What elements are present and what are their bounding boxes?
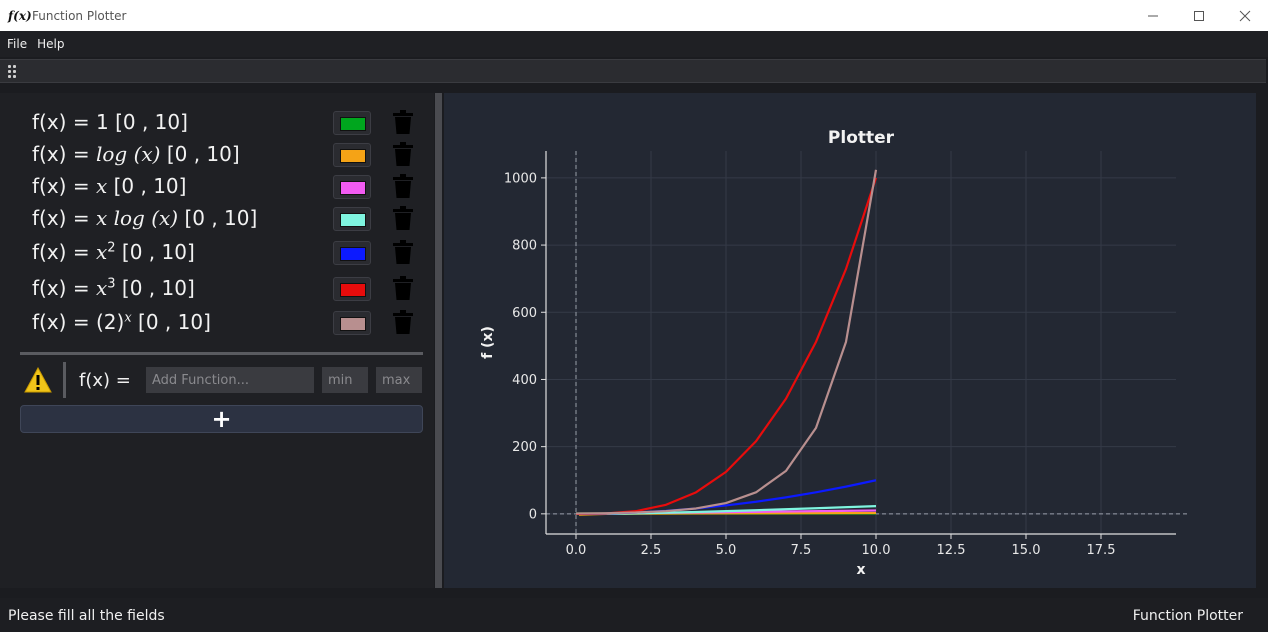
trash-icon[interactable] bbox=[392, 206, 414, 230]
min-input[interactable] bbox=[322, 367, 368, 393]
color-swatch bbox=[340, 283, 366, 297]
x-tick-label: 10.0 bbox=[862, 543, 891, 558]
y-tick-label: 200 bbox=[512, 440, 537, 455]
close-button[interactable] bbox=[1222, 0, 1268, 31]
trash-icon[interactable] bbox=[392, 110, 414, 134]
maximize-icon bbox=[1194, 10, 1204, 21]
function-row: f(x) = x log (x) [0 , 10] bbox=[32, 206, 432, 234]
color-swatch bbox=[340, 149, 366, 163]
menu-bar: File Help bbox=[0, 31, 1268, 57]
status-app-name: Function Plotter bbox=[1132, 608, 1243, 624]
trash-icon[interactable] bbox=[392, 276, 414, 300]
color-swatch bbox=[340, 213, 366, 227]
color-picker-button[interactable] bbox=[333, 277, 371, 301]
color-picker-button[interactable] bbox=[333, 175, 371, 199]
y-tick-label: 0 bbox=[529, 507, 537, 522]
x-tick-label: 2.5 bbox=[641, 543, 662, 558]
color-swatch bbox=[340, 247, 366, 261]
color-swatch bbox=[340, 117, 366, 131]
function-row: f(x) = (2)x [0 , 10] bbox=[32, 310, 432, 338]
function-prefix-label: f(x) = bbox=[79, 370, 131, 391]
x-tick-label: 7.5 bbox=[791, 543, 812, 558]
chart-title: Plotter bbox=[828, 128, 895, 148]
function-label: f(x) = log (x) [0 , 10] bbox=[32, 142, 240, 166]
app-icon: f(x) bbox=[8, 8, 32, 23]
x-tick-label: 5.0 bbox=[716, 543, 737, 558]
function-row: f(x) = log (x) [0 , 10] bbox=[32, 142, 432, 170]
color-picker-button[interactable] bbox=[333, 241, 371, 265]
x-tick-label: 15.0 bbox=[1012, 543, 1041, 558]
y-tick-label: 400 bbox=[512, 373, 537, 388]
input-divider bbox=[63, 362, 66, 398]
color-swatch bbox=[340, 317, 366, 331]
function-label: f(x) = x3 [0 , 10] bbox=[32, 276, 195, 300]
drag-handle-icon[interactable] bbox=[8, 65, 18, 78]
minimize-button[interactable] bbox=[1130, 0, 1176, 31]
x-tick-label: 17.5 bbox=[1087, 543, 1116, 558]
minimize-icon bbox=[1148, 15, 1158, 16]
max-input[interactable] bbox=[376, 367, 422, 393]
y-tick-label: 800 bbox=[512, 239, 537, 254]
function-input[interactable] bbox=[146, 367, 314, 393]
function-row: f(x) = x3 [0 , 10] bbox=[32, 276, 432, 304]
function-label: f(x) = x log (x) [0 , 10] bbox=[32, 206, 258, 230]
function-label: f(x) = 1 [0 , 10] bbox=[32, 110, 188, 134]
color-picker-button[interactable] bbox=[333, 311, 371, 335]
color-picker-button[interactable] bbox=[333, 143, 371, 167]
status-bar: Please fill all the fields Function Plot… bbox=[0, 598, 1268, 632]
window-title: Function Plotter bbox=[32, 8, 127, 23]
status-message: Please fill all the fields bbox=[8, 608, 165, 624]
add-function-button[interactable]: + bbox=[20, 405, 423, 433]
trash-icon[interactable] bbox=[392, 240, 414, 264]
plot-panel: 0.0 2.5 5.0 7.5 10.0 12.5 15.0 17.5 0 200 400 600 80… bbox=[444, 93, 1256, 588]
y-tick-label: 1000 bbox=[504, 171, 537, 186]
close-icon bbox=[1239, 10, 1251, 21]
color-picker-button[interactable] bbox=[333, 207, 371, 231]
section-divider bbox=[20, 352, 423, 355]
color-picker-button[interactable] bbox=[333, 111, 371, 135]
function-row: f(x) = x [0 , 10] bbox=[32, 174, 432, 202]
trash-icon[interactable] bbox=[392, 174, 414, 198]
y-tick-label: 600 bbox=[512, 306, 537, 321]
warning-icon bbox=[24, 367, 52, 393]
menu-file[interactable]: File bbox=[3, 37, 30, 51]
color-swatch bbox=[340, 181, 366, 195]
function-row: f(x) = 1 [0 , 10] bbox=[32, 110, 432, 138]
function-label: f(x) = x2 [0 , 10] bbox=[32, 240, 195, 264]
function-row: f(x) = x2 [0 , 10] bbox=[32, 240, 432, 268]
trash-icon[interactable] bbox=[392, 310, 414, 334]
x-tick-label: 12.5 bbox=[937, 543, 966, 558]
x-tick-label: 0.0 bbox=[566, 543, 587, 558]
menu-help[interactable]: Help bbox=[33, 37, 67, 51]
title-bar: f(x) Function Plotter bbox=[0, 0, 1268, 31]
panel-splitter[interactable] bbox=[435, 93, 442, 588]
toolbar bbox=[0, 59, 1266, 83]
maximize-button[interactable] bbox=[1176, 0, 1222, 31]
function-label: f(x) = (2)x [0 , 10] bbox=[32, 310, 211, 334]
function-label: f(x) = x [0 , 10] bbox=[32, 174, 187, 198]
x-axis-label: x bbox=[856, 562, 865, 578]
trash-icon[interactable] bbox=[392, 142, 414, 166]
plot-chart: 0.0 2.5 5.0 7.5 10.0 12.5 15.0 17.5 0 200 400 600 80… bbox=[480, 128, 1188, 578]
y-axis-label: f (x) bbox=[480, 326, 496, 359]
